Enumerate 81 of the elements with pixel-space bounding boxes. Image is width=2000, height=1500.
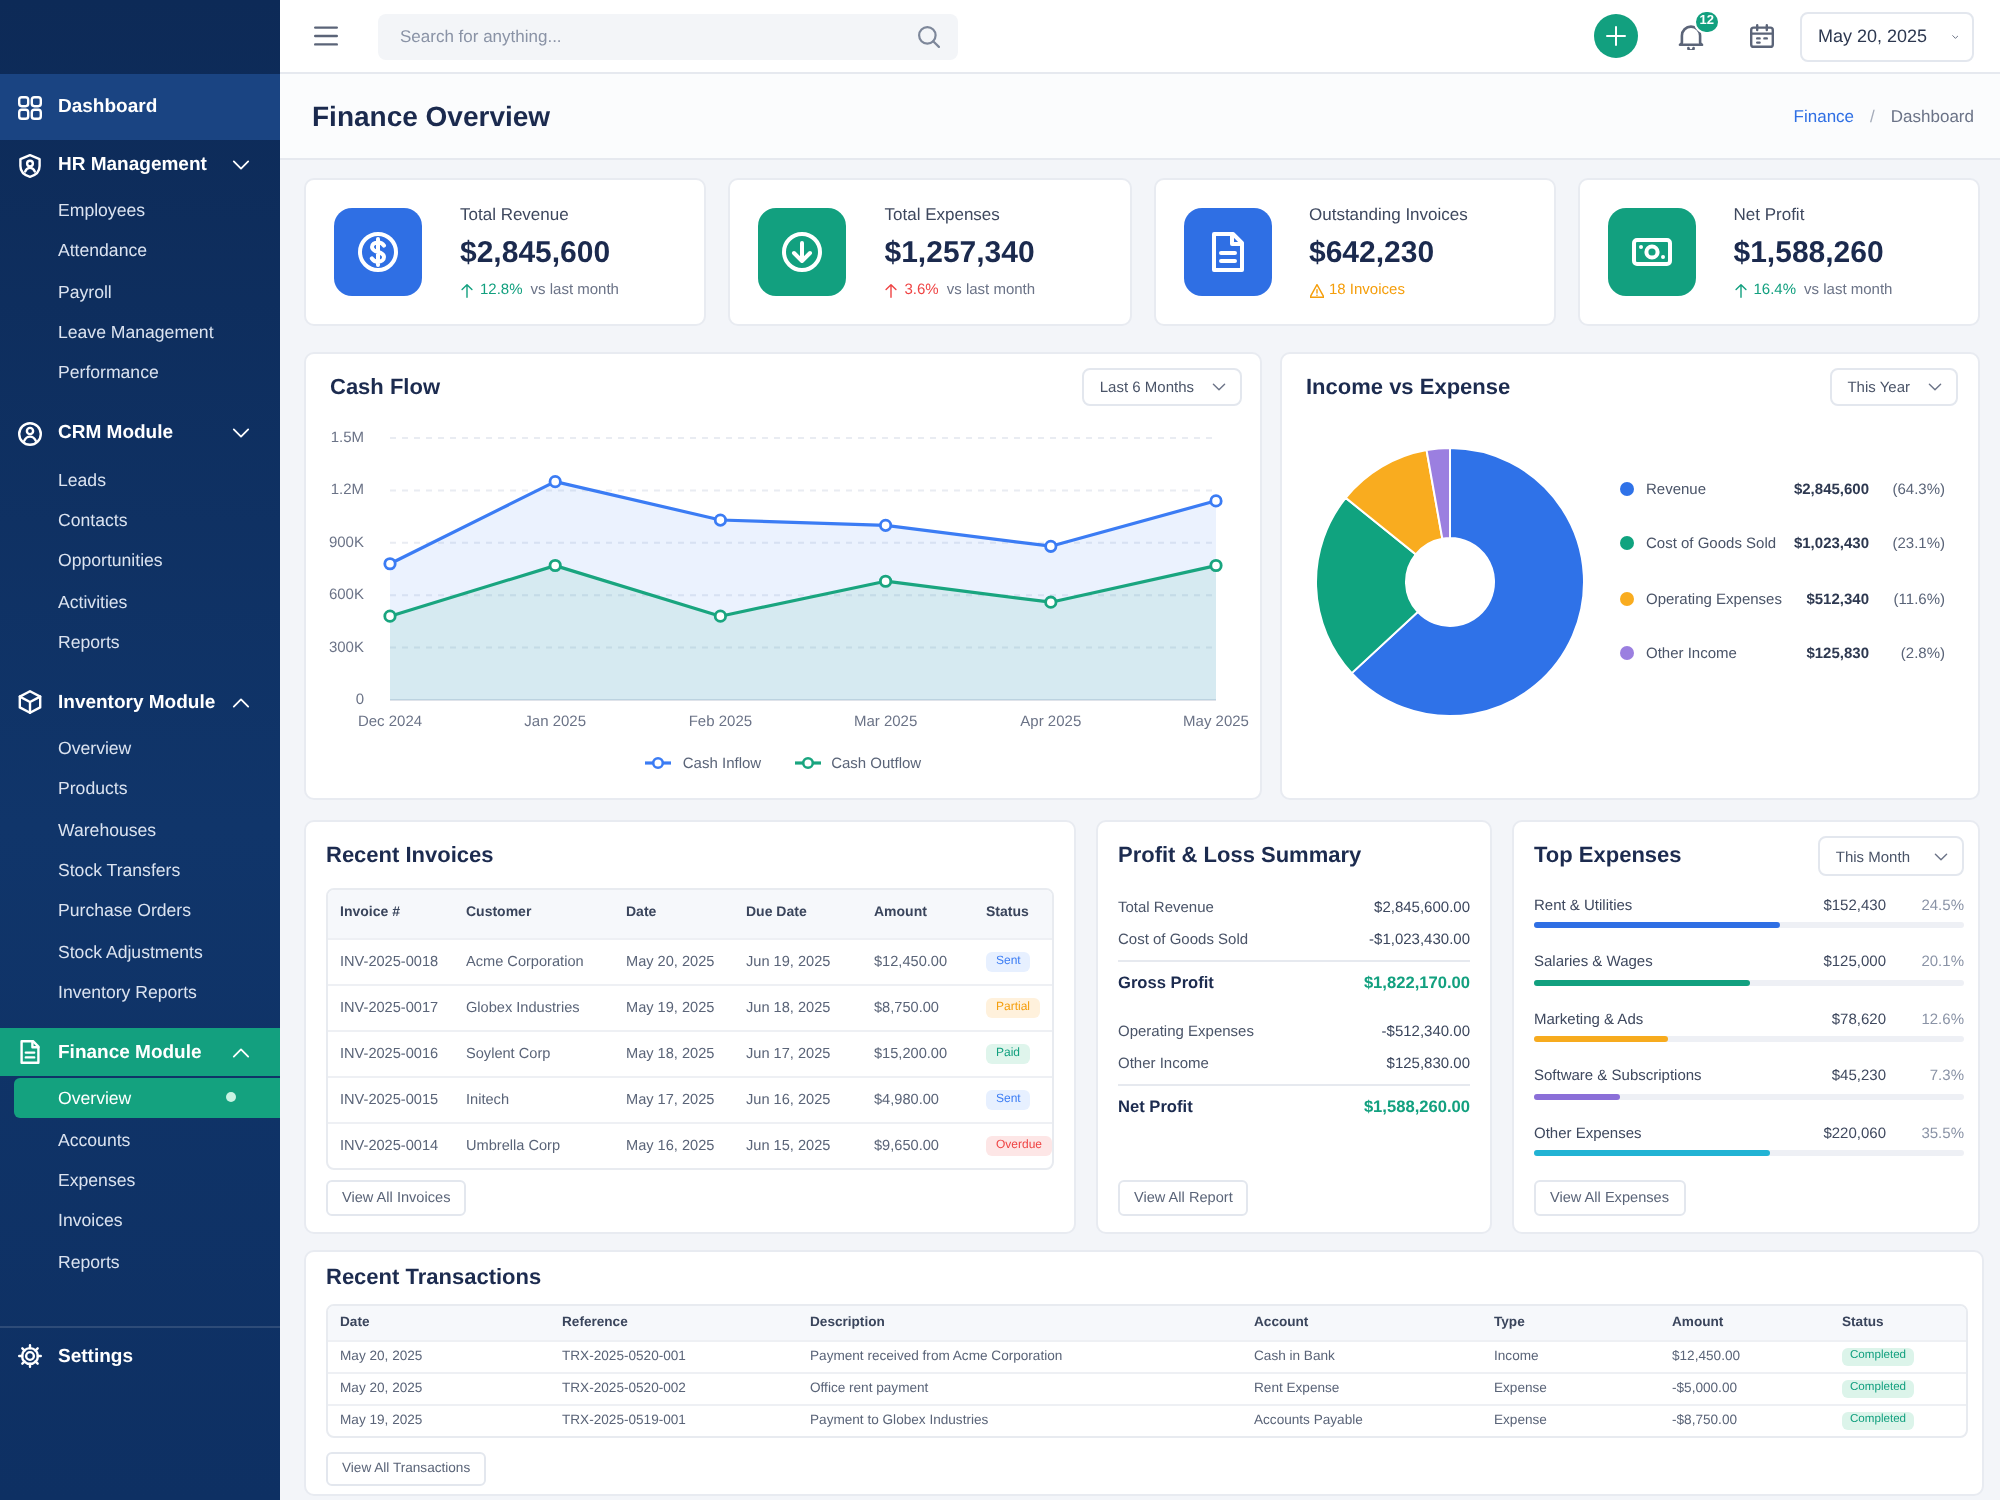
nav-item[interactable]: Reports [0,621,280,662]
nav-item[interactable]: Leads [0,458,280,500]
data-point [383,557,397,571]
settings-icon [18,1344,42,1369]
pl-value: $1,588,260.00 [1363,1096,1470,1116]
data-point [879,574,893,588]
nav-item[interactable]: Reports [0,1240,280,1282]
breadcrumb-current: Dashboard [1890,106,1974,126]
kpi-value: $642,230 [1309,234,1437,272]
grid-icon [18,95,42,119]
data-point [1044,539,1058,553]
nav-item[interactable]: Opportunities [0,540,280,581]
data-point [548,475,562,489]
document-icon [18,1040,42,1065]
kpi-value: $1,588,260 [1733,234,1886,272]
nav-item[interactable]: Warehouses [0,809,280,850]
pl-label: Gross Profit [1118,972,1214,992]
nav-link[interactable]: Dashboard [0,74,280,140]
nav-item[interactable]: Performance [0,352,280,393]
kpi-label: Net Profit [1733,204,1807,226]
data-point [1209,558,1223,573]
card-title: Cash Flow [330,373,441,401]
arrow-up-icon [460,283,474,297]
pl-value: $1,822,170.00 [1363,972,1470,992]
kpi-label: Total Expenses [884,204,1002,226]
card-title: Top Expenses [1534,842,1682,870]
data-point [879,518,893,532]
kpi-label: Outstanding Invoices [1309,204,1468,226]
nav-item[interactable]: Contacts [0,499,280,541]
arrow-up-icon [884,283,899,297]
pl-label: Net Profit [1118,1096,1193,1116]
card-title: Recent Transactions [326,1264,544,1292]
nav-item[interactable]: Payroll [0,271,280,312]
breadcrumb-separator: / [1870,106,1875,126]
card-title: Income vs Expense [1306,373,1511,401]
nav-item[interactable]: Expenses [0,1159,280,1201]
card-title: Profit & Loss Summary [1118,842,1364,870]
kpi-value: $2,845,600 [460,234,613,272]
data-point [713,609,727,623]
arrow-up-icon [1733,283,1748,297]
nav-group-header[interactable]: CRM Module [0,408,280,459]
dot-icon [226,1092,236,1103]
nav-item[interactable]: Accounts [0,1119,280,1160]
calendar-icon[interactable] [1750,24,1774,48]
caret-icon [1928,380,1942,394]
data-point [548,558,562,573]
nav-item[interactable]: Employees [0,190,280,231]
nav-group-header[interactable]: HR Management [0,140,280,190]
kpi-value: $1,257,340 [884,234,1036,272]
nav-item[interactable]: Purchase Orders [0,890,280,931]
card-title: Recent Invoices [326,842,496,870]
warning-icon [1309,283,1323,297]
add-button[interactable] [1594,14,1638,58]
nav-item[interactable]: Leave Management [0,311,280,353]
nav-item[interactable]: Attendance [0,230,280,272]
data-point [1044,595,1058,609]
bell-icon[interactable] [1678,23,1704,49]
shield-person-icon [18,153,42,177]
nav-item[interactable]: Stock Transfers [0,849,280,891]
nav-item[interactable]: Activities [0,580,280,622]
search-icon [918,25,940,47]
box-icon [18,690,42,715]
nav-item[interactable]: Stock Adjustments [0,930,280,972]
caret-icon [1934,849,1948,863]
kpi-label: Total Revenue [460,204,571,226]
search-field[interactable]: Search for anything... [378,13,958,59]
nav-item[interactable]: Invoices [0,1200,280,1241]
nav-item[interactable]: Products [0,768,280,810]
menu-icon[interactable] [314,24,338,48]
data-point [1209,494,1223,508]
date-dropdown[interactable]: May 20, 2025 [1800,11,1974,61]
nav-group-header[interactable]: Inventory Module [0,677,280,728]
page-title: Finance Overview [312,100,551,132]
breadcrumb-link[interactable]: Finance [1793,106,1855,126]
nav-item[interactable]: Overview [0,727,280,769]
nav-item[interactable]: Inventory Reports [0,971,280,1013]
plus-icon [1606,26,1626,46]
caret-icon [1212,380,1226,394]
data-point [713,513,727,527]
person-circle-icon [18,421,42,446]
data-point [383,609,397,623]
